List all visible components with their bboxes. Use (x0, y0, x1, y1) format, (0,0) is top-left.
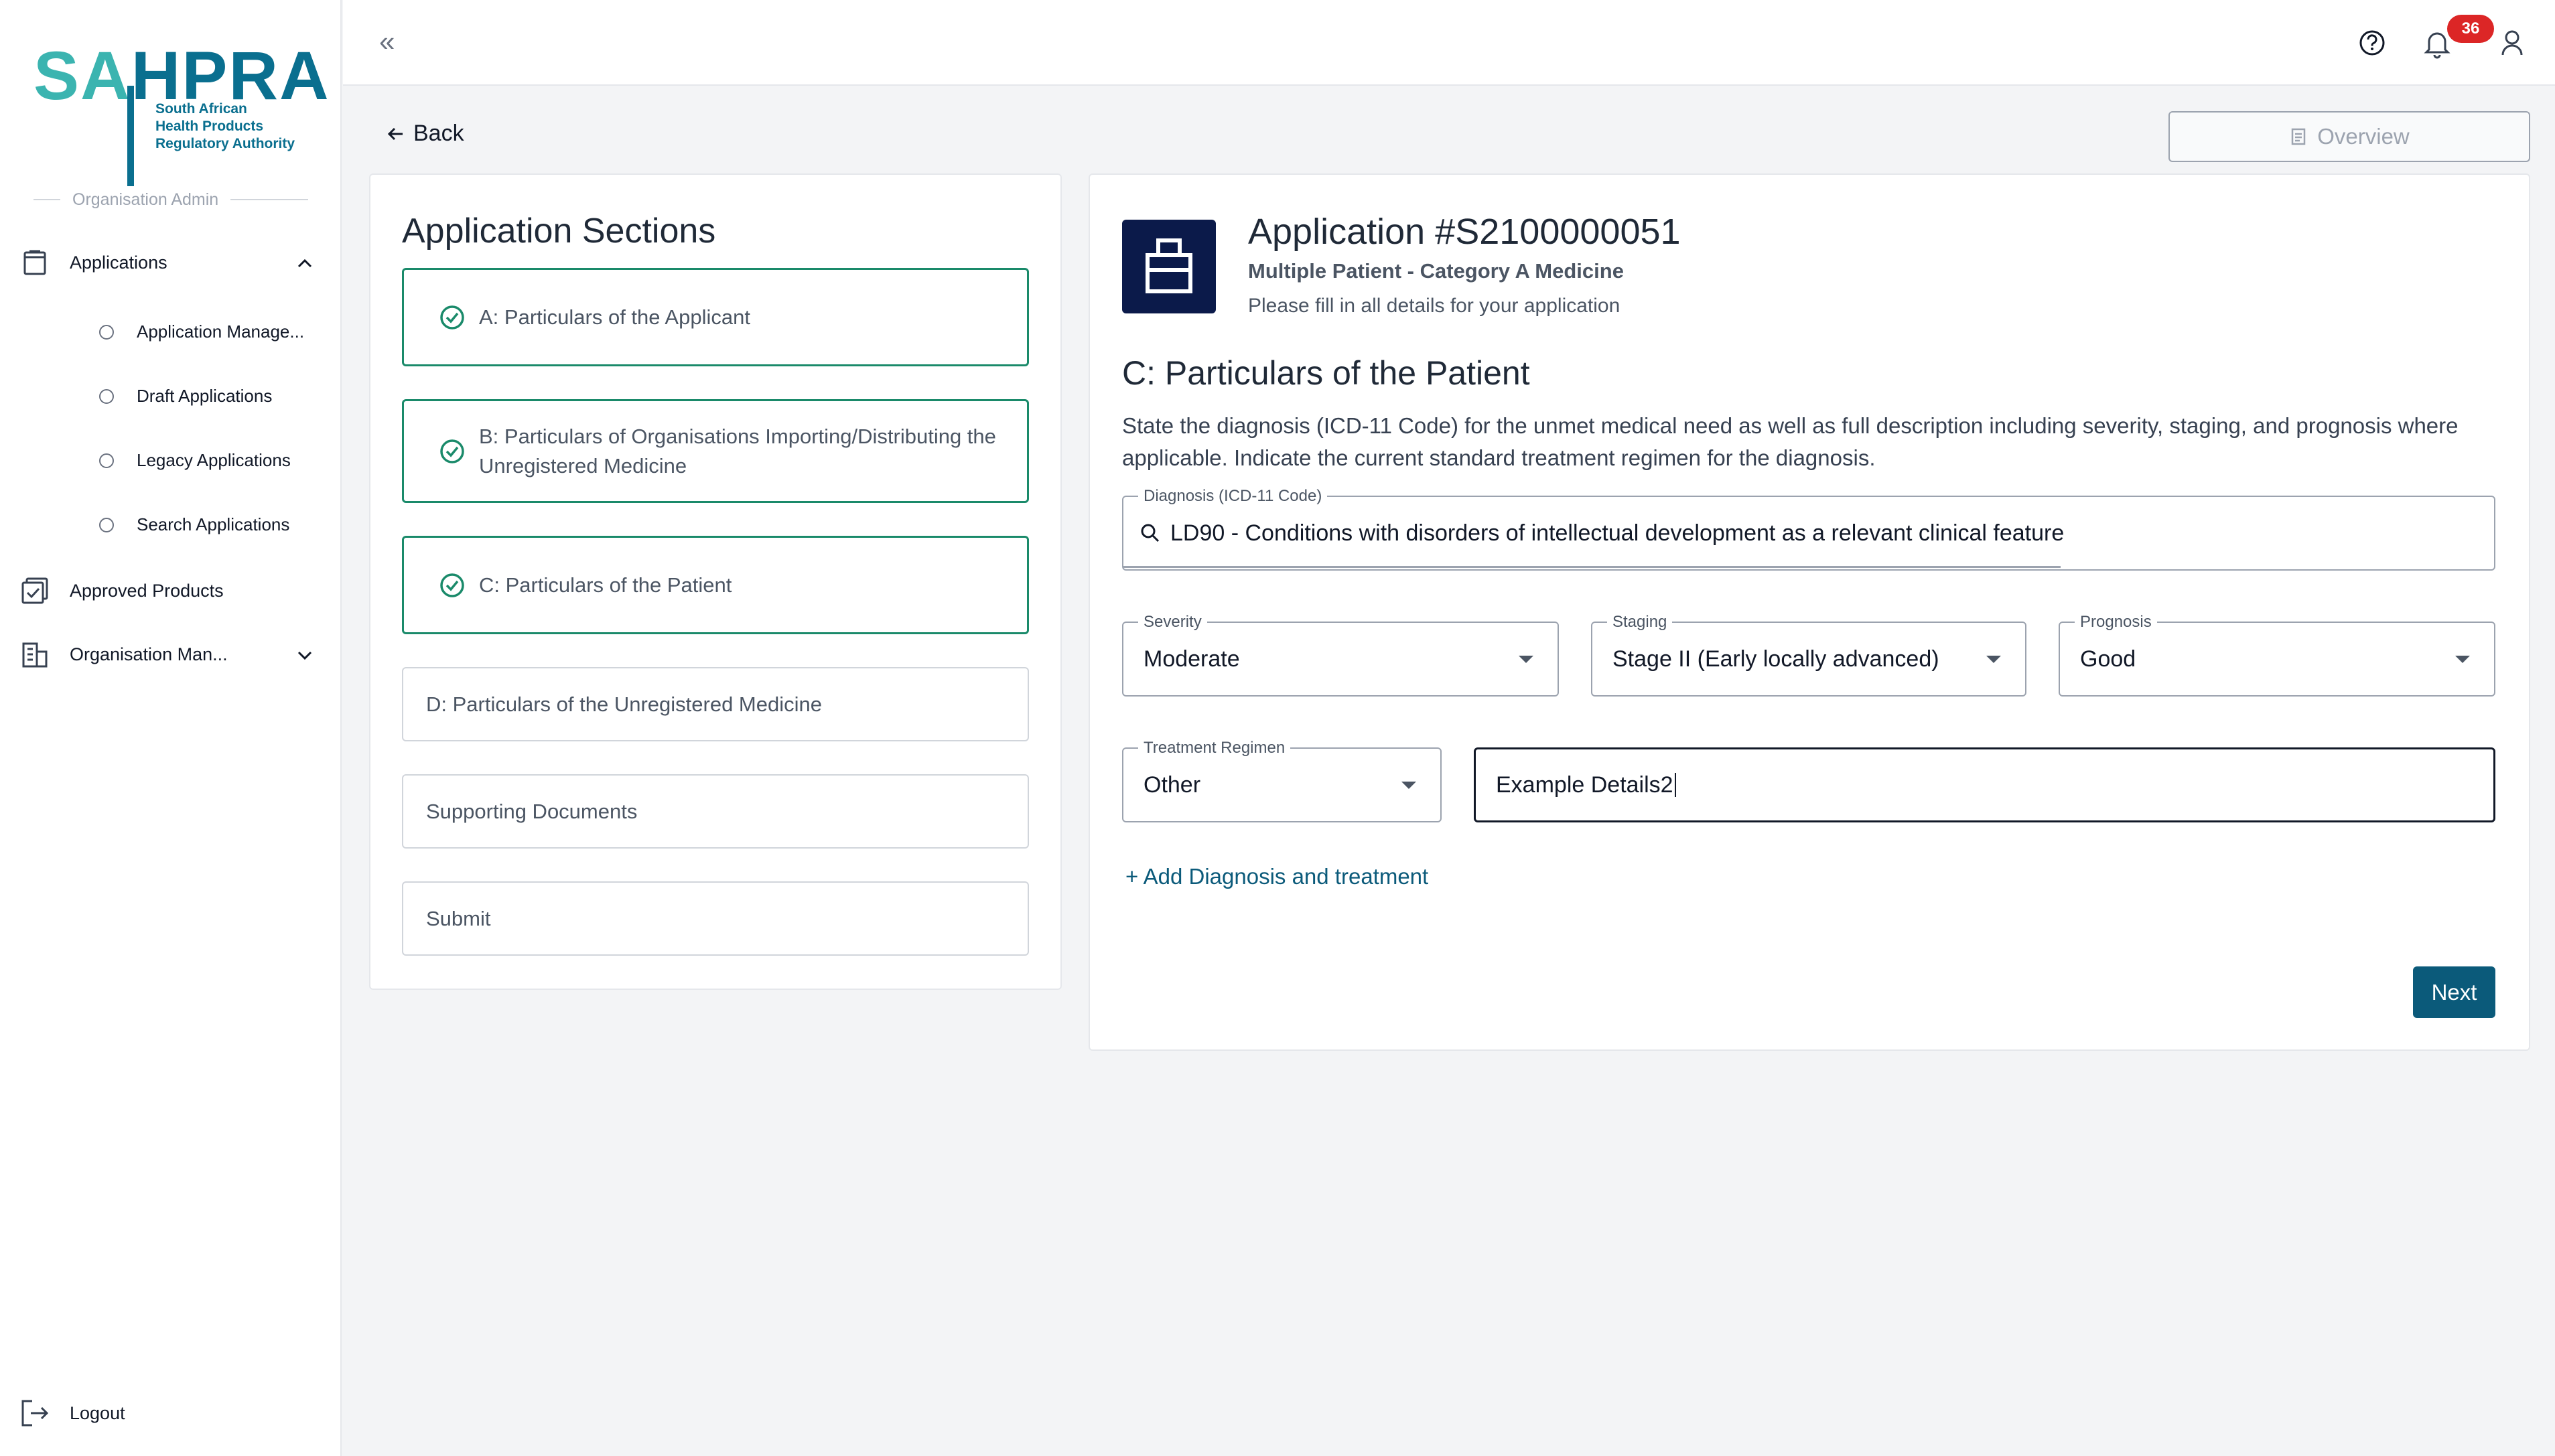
back-button[interactable]: Back (385, 121, 464, 147)
sections-title: Application Sections (402, 212, 716, 250)
search-icon (1141, 524, 1160, 542)
sidebar-item-label: Organisation Man... (70, 644, 228, 664)
check-circle-icon (440, 439, 464, 463)
sidebar-item-label: Draft Applications (137, 386, 273, 406)
next-button[interactable]: Next (2413, 966, 2495, 1018)
section-supporting-documents[interactable]: Supporting Documents (402, 774, 1029, 849)
diagnosis-underline (1123, 566, 2061, 568)
treatment-regimen-value: Other (1144, 772, 1201, 798)
collapse-sidebar-button[interactable]: « (379, 25, 395, 58)
approved-products-icon (20, 576, 50, 605)
staging-select[interactable]: Staging Stage II (Early locally advanced… (1591, 613, 2026, 697)
section-b-organisations[interactable]: B: Particulars of Organisations Importin… (402, 399, 1029, 503)
bullet-icon (99, 324, 114, 340)
arrow-left-icon (387, 127, 403, 140)
severity-select[interactable]: Severity Moderate (1122, 613, 1559, 697)
sidebar-item-label: Approved Products (70, 580, 224, 601)
application-icon (1122, 220, 1216, 313)
treatment-details-value: Example Details2 (1496, 772, 1673, 798)
treatment-details-input[interactable]: Example Details2 (1474, 747, 2495, 822)
diagnosis-value: LD90 - Conditions with disorders of inte… (1170, 520, 2065, 546)
severity-value: Moderate (1144, 646, 1240, 672)
section-label: D: Particulars of the Unregistered Medic… (426, 692, 822, 716)
logo-tagline: South African Health Products Regulatory… (155, 101, 295, 151)
logout-icon (20, 1398, 50, 1428)
sahpra-logo[interactable]: SAHPRA South African Health Products Reg… (33, 39, 329, 186)
application-category: Multiple Patient - Category A Medicine (1248, 259, 1624, 283)
applications-icon (20, 248, 50, 277)
sidebar-item-application-management[interactable]: Application Manage... (99, 321, 304, 342)
section-label: Submit (426, 906, 491, 930)
section-label: C: Particulars of the Patient (479, 573, 732, 597)
sidebar-item-label: Legacy Applications (137, 450, 291, 470)
sidebar: SAHPRA South African Health Products Reg… (0, 0, 342, 1456)
document-icon (2291, 128, 2306, 145)
bullet-icon (99, 388, 114, 404)
sidebar-item-applications[interactable]: Applications (20, 248, 167, 277)
section-submit[interactable]: Submit (402, 881, 1029, 956)
section-a-applicant[interactable]: A: Particulars of the Applicant (402, 268, 1029, 366)
dropdown-arrow-icon (1519, 656, 1533, 663)
section-c-patient[interactable]: C: Particulars of the Patient (402, 536, 1029, 634)
application-title: Application #S2100000051 (1248, 212, 1681, 252)
treatment-regimen-select[interactable]: Treatment Regimen Other (1122, 739, 1442, 822)
sidebar-item-label: Application Manage... (137, 321, 305, 342)
sidebar-item-search-applications[interactable]: Search Applications (99, 514, 289, 535)
top-bar: « (343, 0, 2555, 86)
form-section-description: State the diagnosis (ICD-11 Code) for th… (1122, 413, 2459, 470)
check-circle-icon (440, 573, 464, 597)
sidebar-item-label: Search Applications (137, 514, 290, 534)
sidebar-item-draft-applications[interactable]: Draft Applications (99, 386, 272, 407)
prognosis-select[interactable]: Prognosis Good (2059, 613, 2495, 697)
sidebar-item-legacy-applications[interactable]: Legacy Applications (99, 450, 291, 471)
notification-count-badge: 36 (2447, 15, 2494, 43)
help-icon[interactable] (2355, 25, 2390, 60)
dropdown-arrow-icon (1401, 782, 1416, 789)
sidebar-item-organisation-management[interactable]: Organisation Man... (20, 640, 228, 669)
section-label: Supporting Documents (426, 799, 638, 823)
staging-value: Stage II (Early locally advanced) (1612, 646, 1939, 672)
dropdown-arrow-icon (1986, 656, 2001, 663)
section-label: A: Particulars of the Applicant (479, 305, 750, 329)
section-label: B: Particulars of Organisations Importin… (479, 424, 996, 478)
bullet-icon (99, 517, 114, 532)
text-cursor (1674, 773, 1676, 797)
role-label: Organisation Admin (72, 190, 219, 209)
building-icon (20, 640, 50, 669)
prognosis-value: Good (2080, 646, 2136, 672)
overview-button[interactable]: Overview (2168, 111, 2530, 162)
form-section-heading: C: Particulars of the Patient (1122, 354, 1530, 392)
application-hint: Please fill in all details for your appl… (1248, 295, 1620, 317)
check-circle-icon (440, 305, 464, 330)
diagnosis-field[interactable]: Diagnosis (ICD-11 Code) LD90 - Condition… (1122, 488, 2495, 571)
back-label: Back (413, 121, 464, 146)
add-diagnosis-treatment-link[interactable]: + Add Diagnosis and treatment (1125, 864, 1428, 889)
dropdown-arrow-icon (2455, 656, 2470, 663)
bullet-icon (99, 453, 114, 468)
user-profile-icon[interactable] (2495, 25, 2530, 60)
section-d-medicine[interactable]: D: Particulars of the Unregistered Medic… (402, 667, 1029, 741)
chevron-up-icon[interactable] (295, 253, 315, 277)
sidebar-item-approved-products[interactable]: Approved Products (20, 576, 224, 605)
logo-bar (127, 86, 134, 186)
logout-button[interactable]: Logout (20, 1398, 125, 1428)
chevron-down-icon[interactable] (295, 645, 315, 668)
role-divider: Organisation Admin (33, 188, 308, 212)
sidebar-item-label: Applications (70, 252, 167, 273)
overview-label: Overview (2317, 124, 2410, 149)
logout-label: Logout (70, 1402, 125, 1423)
